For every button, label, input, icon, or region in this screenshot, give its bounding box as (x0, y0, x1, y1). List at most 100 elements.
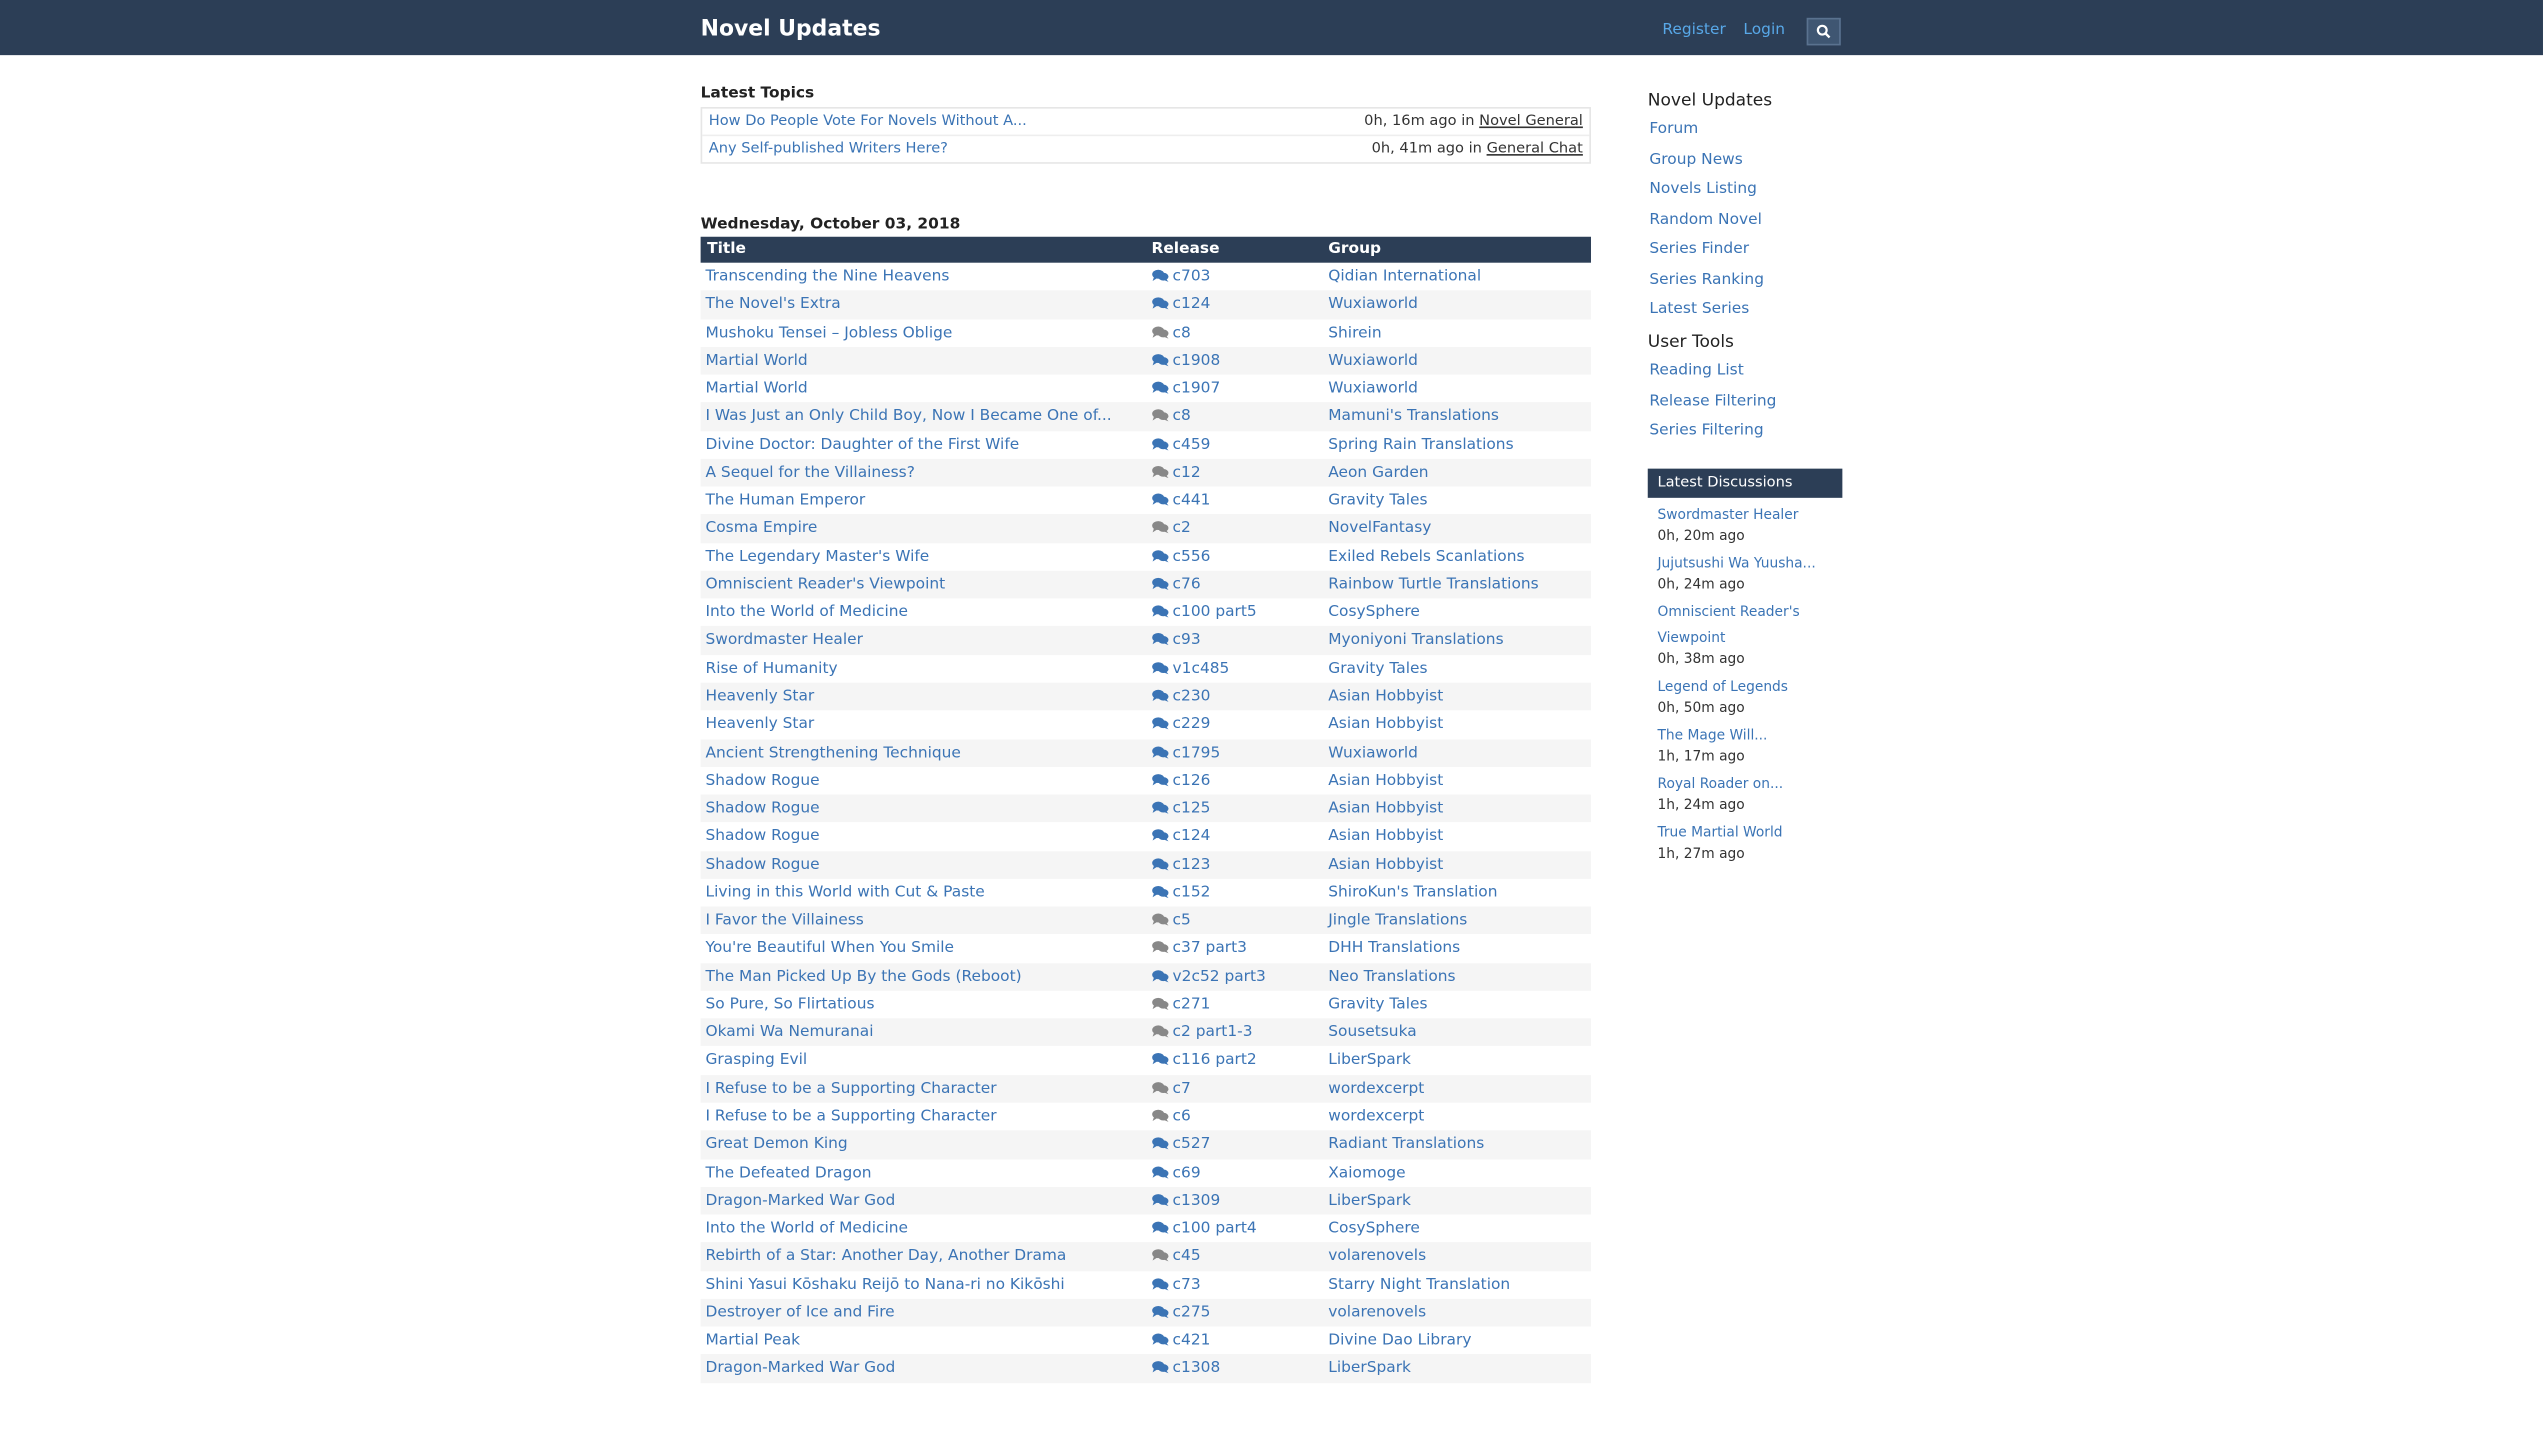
release-chapter-link[interactable]: c123 (1151, 851, 1210, 879)
sidebar-link-series-filtering[interactable]: Series Filtering (1649, 422, 1763, 440)
release-group-link[interactable]: LiberSpark (1328, 1047, 1411, 1075)
release-series-link[interactable]: Rebirth of a Star: Another Day, Another … (705, 1243, 1066, 1271)
release-group-link[interactable]: Wuxiaworld (1328, 375, 1418, 403)
release-group-link[interactable]: NovelFantasy (1328, 515, 1431, 543)
release-group-link[interactable]: CosySphere (1328, 1215, 1420, 1243)
release-series-link[interactable]: Shadow Rogue (705, 795, 819, 823)
release-group-link[interactable]: Gravity Tales (1328, 487, 1427, 515)
release-series-link[interactable]: I Refuse to be a Supporting Character (705, 1103, 996, 1131)
register-link[interactable]: Register (1662, 21, 1725, 39)
release-group-link[interactable]: Xaiomoge (1328, 1159, 1405, 1187)
release-group-link[interactable]: volarenovels (1328, 1243, 1426, 1271)
release-group-link[interactable]: Divine Dao Library (1328, 1327, 1471, 1355)
release-chapter-link[interactable]: c126 (1151, 767, 1210, 795)
release-series-link[interactable]: Martial World (705, 375, 807, 403)
topic-link[interactable]: How Do People Vote For Novels Without A.… (709, 109, 1027, 135)
release-group-link[interactable]: LiberSpark (1328, 1355, 1411, 1383)
sidebar-link-novels-listing[interactable]: Novels Listing (1649, 180, 1757, 198)
release-series-link[interactable]: The Human Emperor (705, 487, 865, 515)
release-series-link[interactable]: Mushoku Tensei – Jobless Oblige (705, 319, 952, 347)
release-chapter-link[interactable]: c5 (1151, 907, 1191, 935)
release-series-link[interactable]: The Novel's Extra (705, 291, 840, 319)
column-header-group[interactable]: Group (1328, 237, 1381, 263)
release-series-link[interactable]: Martial World (705, 347, 807, 375)
discussion-link[interactable]: Jujutsushi Wa Yuusha... (1657, 551, 1842, 577)
release-series-link[interactable]: Great Demon King (705, 1131, 847, 1159)
release-chapter-link[interactable]: c124 (1151, 823, 1210, 851)
sidebar-link-latest-series[interactable]: Latest Series (1649, 300, 1749, 318)
release-series-link[interactable]: Transcending the Nine Heavens (705, 263, 949, 291)
release-series-link[interactable]: Martial Peak (705, 1327, 800, 1355)
release-group-link[interactable]: Aeon Garden (1328, 459, 1428, 487)
release-group-link[interactable]: Asian Hobbyist (1328, 823, 1443, 851)
release-chapter-link[interactable]: c100 part4 (1151, 1215, 1257, 1243)
release-chapter-link[interactable]: c459 (1151, 431, 1210, 459)
release-chapter-link[interactable]: c45 (1151, 1243, 1201, 1271)
release-chapter-link[interactable]: c7 (1151, 1075, 1191, 1103)
release-chapter-link[interactable]: c527 (1151, 1131, 1210, 1159)
release-chapter-link[interactable]: c100 part5 (1151, 599, 1257, 627)
discussion-link[interactable]: The Mage Will... (1657, 723, 1842, 749)
discussion-link[interactable]: Legend of Legends (1657, 675, 1842, 701)
topic-link[interactable]: Any Self-published Writers Here? (709, 136, 948, 162)
release-series-link[interactable]: The Defeated Dragon (705, 1159, 871, 1187)
release-group-link[interactable]: DHH Translations (1328, 935, 1460, 963)
release-chapter-link[interactable]: c1907 (1151, 375, 1220, 403)
release-chapter-link[interactable]: c8 (1151, 403, 1191, 431)
release-chapter-link[interactable]: c1309 (1151, 1187, 1220, 1215)
release-group-link[interactable]: Asian Hobbyist (1328, 711, 1443, 739)
release-series-link[interactable]: Ancient Strengthening Technique (705, 739, 960, 767)
release-chapter-link[interactable]: c271 (1151, 991, 1210, 1019)
login-link[interactable]: Login (1743, 21, 1785, 39)
release-chapter-link[interactable]: c421 (1151, 1327, 1210, 1355)
site-logo[interactable]: Novel Updates (701, 16, 881, 42)
release-chapter-link[interactable]: c69 (1151, 1159, 1201, 1187)
column-header-title[interactable]: Title (707, 237, 746, 263)
release-series-link[interactable]: You're Beautiful When You Smile (705, 935, 954, 963)
release-series-link[interactable]: Shadow Rogue (705, 767, 819, 795)
release-group-link[interactable]: Radiant Translations (1328, 1131, 1484, 1159)
release-group-link[interactable]: wordexcerpt (1328, 1075, 1424, 1103)
release-group-link[interactable]: Asian Hobbyist (1328, 851, 1443, 879)
release-group-link[interactable]: Starry Night Translation (1328, 1271, 1510, 1299)
release-chapter-link[interactable]: v1c485 (1151, 655, 1229, 683)
release-series-link[interactable]: Okami Wa Nemuranai (705, 1019, 873, 1047)
sidebar-link-series-ranking[interactable]: Series Ranking (1649, 270, 1764, 288)
release-series-link[interactable]: Shini Yasui Kōshaku Reijō to Nana-ri no … (705, 1271, 1064, 1299)
release-group-link[interactable]: Shirein (1328, 319, 1381, 347)
discussion-link[interactable]: Royal Roader on... (1657, 772, 1842, 798)
release-series-link[interactable]: Grasping Evil (705, 1047, 807, 1075)
release-group-link[interactable]: Rainbow Turtle Translations (1328, 571, 1538, 599)
release-series-link[interactable]: The Legendary Master's Wife (705, 543, 929, 571)
release-series-link[interactable]: Shadow Rogue (705, 823, 819, 851)
release-chapter-link[interactable]: c73 (1151, 1271, 1201, 1299)
release-chapter-link[interactable]: c556 (1151, 543, 1210, 571)
release-series-link[interactable]: A Sequel for the Villainess? (705, 459, 914, 487)
release-group-link[interactable]: ShiroKun's Translation (1328, 879, 1497, 907)
release-series-link[interactable]: Swordmaster Healer (705, 627, 862, 655)
release-group-link[interactable]: Exiled Rebels Scanlations (1328, 543, 1524, 571)
sidebar-link-group-news[interactable]: Group News (1649, 150, 1742, 168)
release-chapter-link[interactable]: c2 part1-3 (1151, 1019, 1253, 1047)
release-chapter-link[interactable]: c1308 (1151, 1355, 1220, 1383)
release-chapter-link[interactable]: v2c52 part3 (1151, 963, 1266, 991)
release-chapter-link[interactable]: c703 (1151, 263, 1210, 291)
discussion-link[interactable]: True Martial World (1657, 821, 1842, 847)
release-series-link[interactable]: Dragon-Marked War God (705, 1355, 895, 1383)
release-group-link[interactable]: LiberSpark (1328, 1187, 1411, 1215)
release-series-link[interactable]: Living in this World with Cut & Paste (705, 879, 984, 907)
release-chapter-link[interactable]: c1795 (1151, 739, 1220, 767)
release-series-link[interactable]: I Was Just an Only Child Boy, Now I Beca… (705, 403, 1111, 431)
release-chapter-link[interactable]: c124 (1151, 291, 1210, 319)
search-button[interactable] (1806, 17, 1841, 46)
release-series-link[interactable]: The Man Picked Up By the Gods (Reboot) (705, 963, 1021, 991)
release-group-link[interactable]: Sousetsuka (1328, 1019, 1416, 1047)
release-chapter-link[interactable]: c6 (1151, 1103, 1191, 1131)
release-group-link[interactable]: Asian Hobbyist (1328, 683, 1443, 711)
release-group-link[interactable]: Wuxiaworld (1328, 739, 1418, 767)
release-series-link[interactable]: Into the World of Medicine (705, 599, 907, 627)
release-group-link[interactable]: CosySphere (1328, 599, 1420, 627)
release-series-link[interactable]: Dragon-Marked War God (705, 1187, 895, 1215)
release-group-link[interactable]: Wuxiaworld (1328, 347, 1418, 375)
release-chapter-link[interactable]: c12 (1151, 459, 1201, 487)
